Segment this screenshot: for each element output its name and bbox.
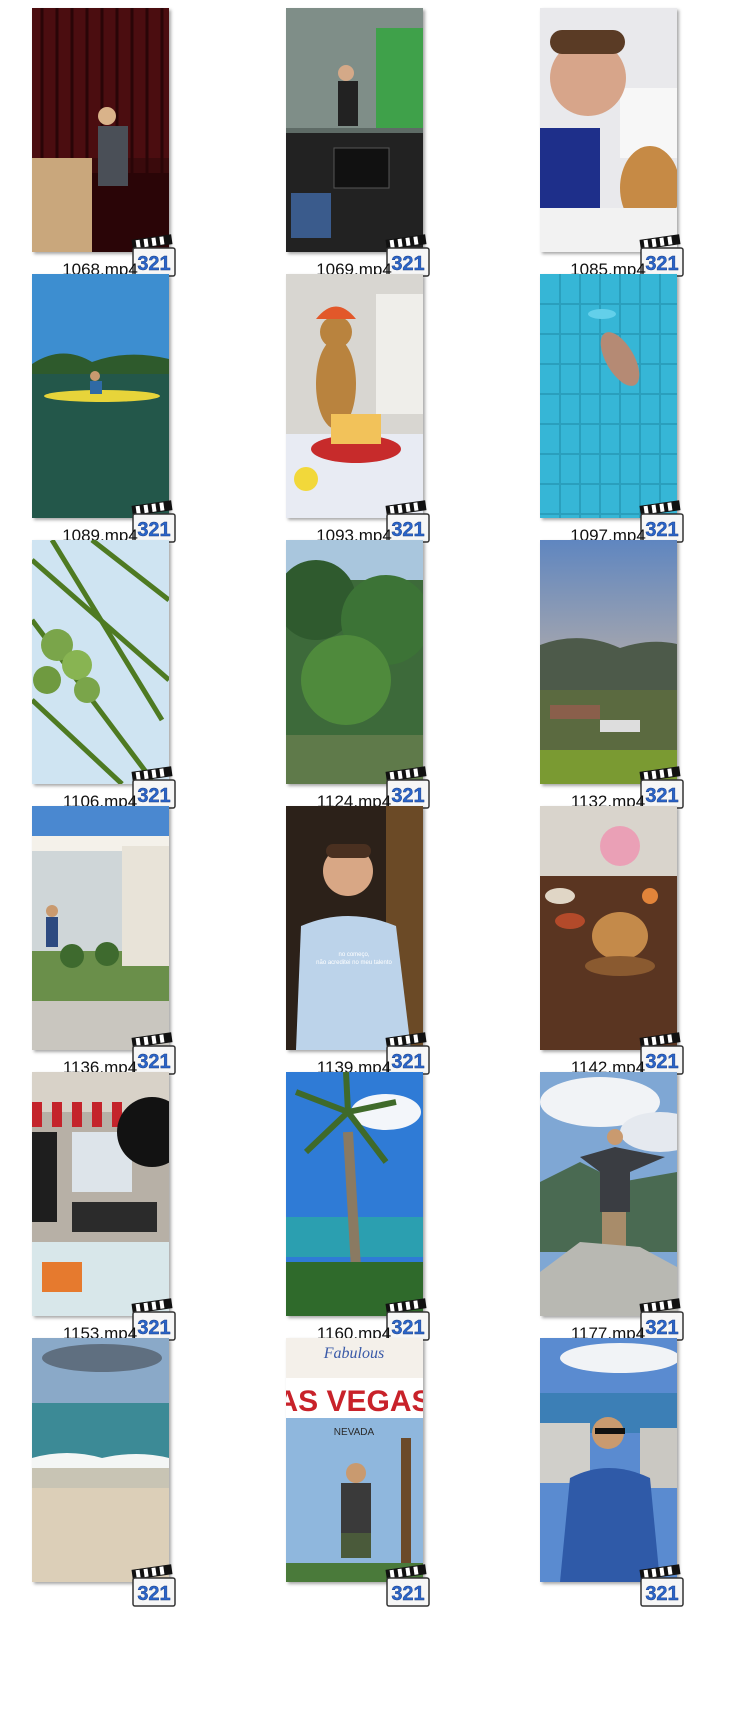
video-thumbnail[interactable] [286,1072,423,1316]
video-thumbnail[interactable] [540,1072,677,1316]
file-item[interactable]: no começo, não acreditei no meu talento … [286,806,430,1077]
media-player-classic-icon: 321 [384,1563,432,1609]
video-thumbnail[interactable] [32,806,169,1050]
svg-text:não acreditei no meu talento: não acreditei no meu talento [316,960,392,966]
file-item[interactable]: 321 1069.mp4 [286,8,430,279]
file-item[interactable]: 321 1153.mp4 [32,1072,176,1343]
file-item[interactable]: 321 1142.mp4 [540,806,684,1077]
file-item[interactable]: 321 1093.mp4 [286,274,430,545]
file-item[interactable]: 321 1085.mp4 [540,8,684,279]
svg-text:321: 321 [137,1583,170,1605]
subtitle-caption: no começo, [338,952,369,958]
file-item[interactable]: 321 [32,1338,176,1607]
video-thumbnail[interactable] [540,806,677,1050]
video-thumbnail[interactable] [32,540,169,784]
video-thumbnail[interactable]: no começo, não acreditei no meu talento [286,806,423,1050]
file-item[interactable]: 321 1068.mp4 [32,8,176,279]
video-thumbnail[interactable]: AS VEGAS Fabulous NEVADA [286,1338,423,1582]
video-thumbnail[interactable] [540,274,677,518]
video-thumbnail[interactable] [32,1072,169,1316]
file-grid: 321 1068.mp4 321 1069.mp4 321 1085.mp4 3… [0,0,744,1710]
svg-text:Fabulous: Fabulous [323,1345,384,1362]
file-item[interactable]: 321 1160.mp4 [286,1072,430,1343]
file-item[interactable]: 321 [540,1338,684,1607]
video-thumbnail[interactable] [540,540,677,784]
svg-text:321: 321 [645,1583,678,1605]
svg-text:NEVADA: NEVADA [334,1427,375,1438]
file-item[interactable]: 321 1132.mp4 [540,540,684,811]
file-item[interactable]: AS VEGAS Fabulous NEVADA 321 [286,1338,430,1607]
file-item[interactable]: 321 1124.mp4 [286,540,430,811]
video-thumbnail[interactable] [32,274,169,518]
file-item[interactable]: 321 1106.mp4 [32,540,176,811]
file-item[interactable]: 321 1089.mp4 [32,274,176,545]
file-item[interactable]: 321 1136.mp4 [32,806,176,1077]
video-thumbnail[interactable] [286,8,423,252]
media-player-classic-icon: 321 [130,1563,178,1609]
media-player-classic-icon: 321 [638,1563,686,1609]
svg-text:321: 321 [391,1583,424,1605]
video-thumbnail[interactable] [540,1338,677,1582]
video-thumbnail[interactable] [32,8,169,252]
video-thumbnail[interactable] [540,8,677,252]
svg-text:AS VEGAS: AS VEGAS [286,1385,423,1418]
video-thumbnail[interactable] [286,274,423,518]
video-thumbnail[interactable] [32,1338,169,1582]
file-item[interactable]: 321 1097.mp4 [540,274,684,545]
video-thumbnail[interactable] [286,540,423,784]
file-item[interactable]: 321 1177.mp4 [540,1072,684,1343]
